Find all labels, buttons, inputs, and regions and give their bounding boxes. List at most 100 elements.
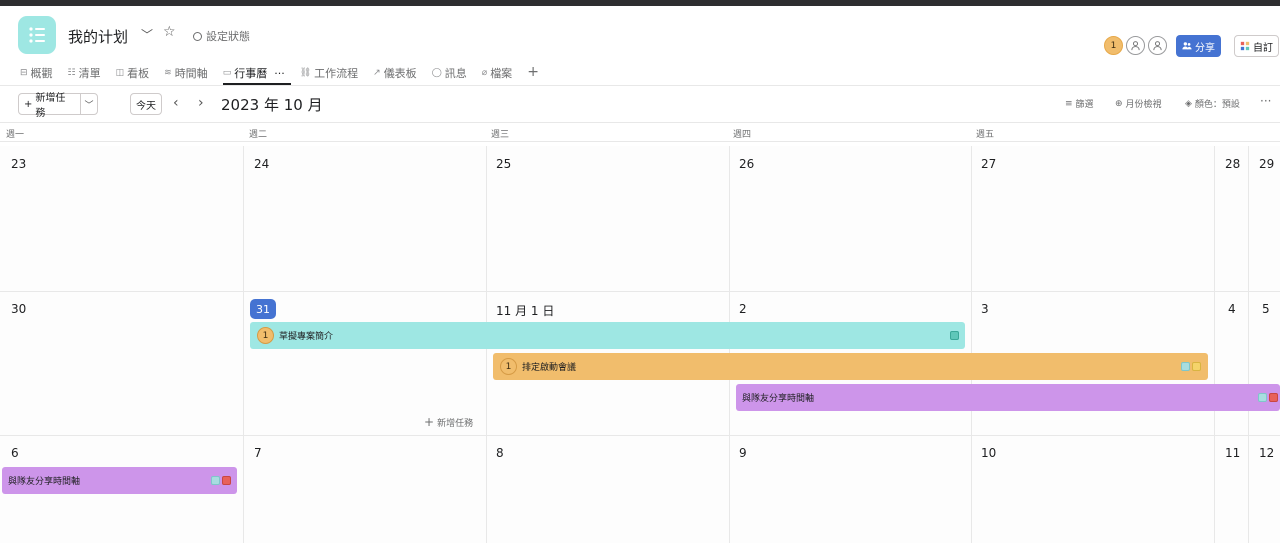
calendar-event[interactable]: 1 草擬專案簡介	[250, 322, 965, 349]
day-number: 8	[496, 446, 504, 460]
add-task-main[interactable]: + 新增任務	[19, 93, 82, 119]
day-number: 27	[981, 157, 997, 171]
list-icon: ☷	[67, 68, 76, 78]
event-title: 排定啟動會議	[522, 363, 577, 373]
chevron-down-icon[interactable]: ﹀	[81, 98, 97, 111]
color-button[interactable]: ◈ 顏色：預設	[1185, 97, 1240, 111]
overview-icon: ⊟	[20, 68, 28, 78]
weekday-label: 週四	[733, 130, 752, 140]
divider	[0, 122, 1280, 123]
project-header: 我的计划 ﹀ ☆ 設定狀態 1 分享 自訂	[0, 6, 1280, 62]
palette-icon: ◈	[1185, 98, 1192, 109]
calendar-event[interactable]: 與隊友分享時間軸	[736, 384, 1280, 411]
plus-icon: +	[24, 98, 33, 110]
color-label: 顏色：預設	[1194, 100, 1240, 110]
chevron-right-icon[interactable]: ›	[198, 95, 204, 111]
tab-label: 清單	[78, 67, 101, 80]
tab-label: 工作流程	[314, 67, 359, 80]
tag-icon	[1269, 393, 1278, 402]
day-number: 4	[1228, 302, 1236, 316]
event-title: 與隊友分享時間軸	[742, 394, 815, 404]
set-status-label: 設定狀態	[206, 30, 250, 43]
month-view-label: 月份檢視	[1125, 100, 1162, 110]
day-number: 11 月 1 日	[496, 304, 555, 318]
tab-board[interactable]: ◫ 看板	[116, 64, 156, 82]
tab-label: 訊息	[444, 67, 467, 80]
calendar-event[interactable]: 與隊友分享時間軸	[2, 467, 237, 494]
day-number: 5	[1262, 302, 1270, 316]
chevron-left-icon[interactable]: ‹	[173, 95, 179, 111]
tab-label: 檔案	[490, 67, 513, 80]
day-number: 3	[981, 302, 989, 316]
inline-add-task-label: 新增任務	[437, 418, 474, 429]
grid-line	[1214, 146, 1215, 543]
day-number: 30	[11, 302, 27, 316]
tab-messages[interactable]: ◯ 訊息	[432, 64, 473, 82]
tab-workflow[interactable]: ⛓ 工作流程	[300, 64, 364, 82]
grid-line	[0, 291, 1280, 292]
calendar-icon: ▭	[222, 68, 232, 78]
message-icon: ◯	[431, 68, 442, 78]
day-number: 10	[981, 446, 997, 460]
tab-calendar[interactable]: ▭ 行事曆 ···	[222, 64, 291, 85]
calendar-event[interactable]: 1 排定啟動會議	[493, 353, 1208, 380]
avatar[interactable]: 1	[1104, 36, 1123, 55]
zoom-icon: ⊕	[1115, 98, 1123, 109]
tag-icon	[1192, 362, 1201, 371]
month-view-button[interactable]: ⊕ 月份檢視	[1115, 97, 1162, 111]
tab-files[interactable]: ⌀ 檔案	[482, 64, 518, 82]
timeline-icon: ≋	[164, 68, 172, 78]
tab-label: 概觀	[30, 67, 53, 80]
people-icon	[1182, 42, 1192, 50]
day-number: 12	[1259, 446, 1275, 460]
tab-label: 時間軸	[174, 67, 208, 80]
avatar[interactable]: 1	[257, 327, 274, 344]
view-tabs: ⊟ 概觀 ☷ 清單 ◫ 看板 ≋ 時間軸 ▭ 行事曆 ··· ⛓ 工作流程 ↗ 儀表板 ◯ 訊息 …	[20, 64, 539, 85]
day-number: 26	[739, 157, 755, 171]
share-label: 分享	[1195, 42, 1215, 54]
day-number: 29	[1259, 157, 1275, 171]
tag-icon	[950, 331, 959, 340]
share-button[interactable]: 分享	[1176, 35, 1221, 57]
tab-label: 儀表板	[383, 67, 417, 80]
add-task-button[interactable]: + 新增任務 ﹀	[18, 93, 98, 119]
project-title[interactable]: 我的计划	[68, 26, 128, 47]
filter-label: 篩選	[1075, 100, 1094, 110]
person-icon[interactable]	[1148, 36, 1167, 55]
tab-dashboard[interactable]: ↗ 儀表板	[373, 64, 423, 82]
more-icon[interactable]: ···	[1260, 94, 1271, 108]
event-title: 草擬專案簡介	[279, 332, 334, 342]
tab-list[interactable]: ☷ 清單	[68, 64, 107, 82]
inline-add-task-button[interactable]: + 新增任務	[424, 415, 473, 429]
workflow-icon: ⛓	[299, 68, 312, 78]
avatar[interactable]: 1	[500, 358, 517, 375]
day-number: 9	[739, 446, 747, 460]
project-icon[interactable]	[18, 16, 56, 54]
grid-line	[971, 146, 972, 543]
day-number: 6	[11, 446, 19, 460]
tag-icon	[1258, 393, 1267, 402]
set-status-button[interactable]: 設定狀態	[193, 28, 250, 44]
tab-overview[interactable]: ⊟ 概觀	[20, 64, 59, 82]
member-avatars[interactable]: 1	[1104, 36, 1170, 55]
today-button[interactable]: 今天	[130, 93, 162, 115]
customize-label: 自訂	[1253, 42, 1273, 54]
attachment-icon: ⌀	[481, 68, 488, 78]
grid-line	[1248, 146, 1249, 543]
tab-timeline[interactable]: ≋ 時間軸	[164, 64, 214, 82]
weekday-label: 週五	[976, 130, 995, 140]
month-title: 2023 年 10 月	[221, 96, 323, 114]
customize-button[interactable]: 自訂	[1234, 35, 1279, 57]
day-number: 23	[11, 157, 27, 171]
filter-button[interactable]: ≡ 篩選	[1065, 97, 1094, 111]
star-icon[interactable]: ☆	[163, 24, 176, 40]
more-icon[interactable]: ···	[274, 67, 285, 80]
add-tab-icon[interactable]: +	[527, 64, 539, 84]
tag-icon	[222, 476, 231, 485]
chevron-down-icon[interactable]: ﹀	[141, 26, 153, 43]
grid-line	[243, 146, 244, 543]
person-icon[interactable]	[1126, 36, 1145, 55]
plus-icon: +	[424, 415, 435, 429]
day-number: 7	[254, 446, 262, 460]
tab-label: 行事曆	[234, 67, 268, 80]
